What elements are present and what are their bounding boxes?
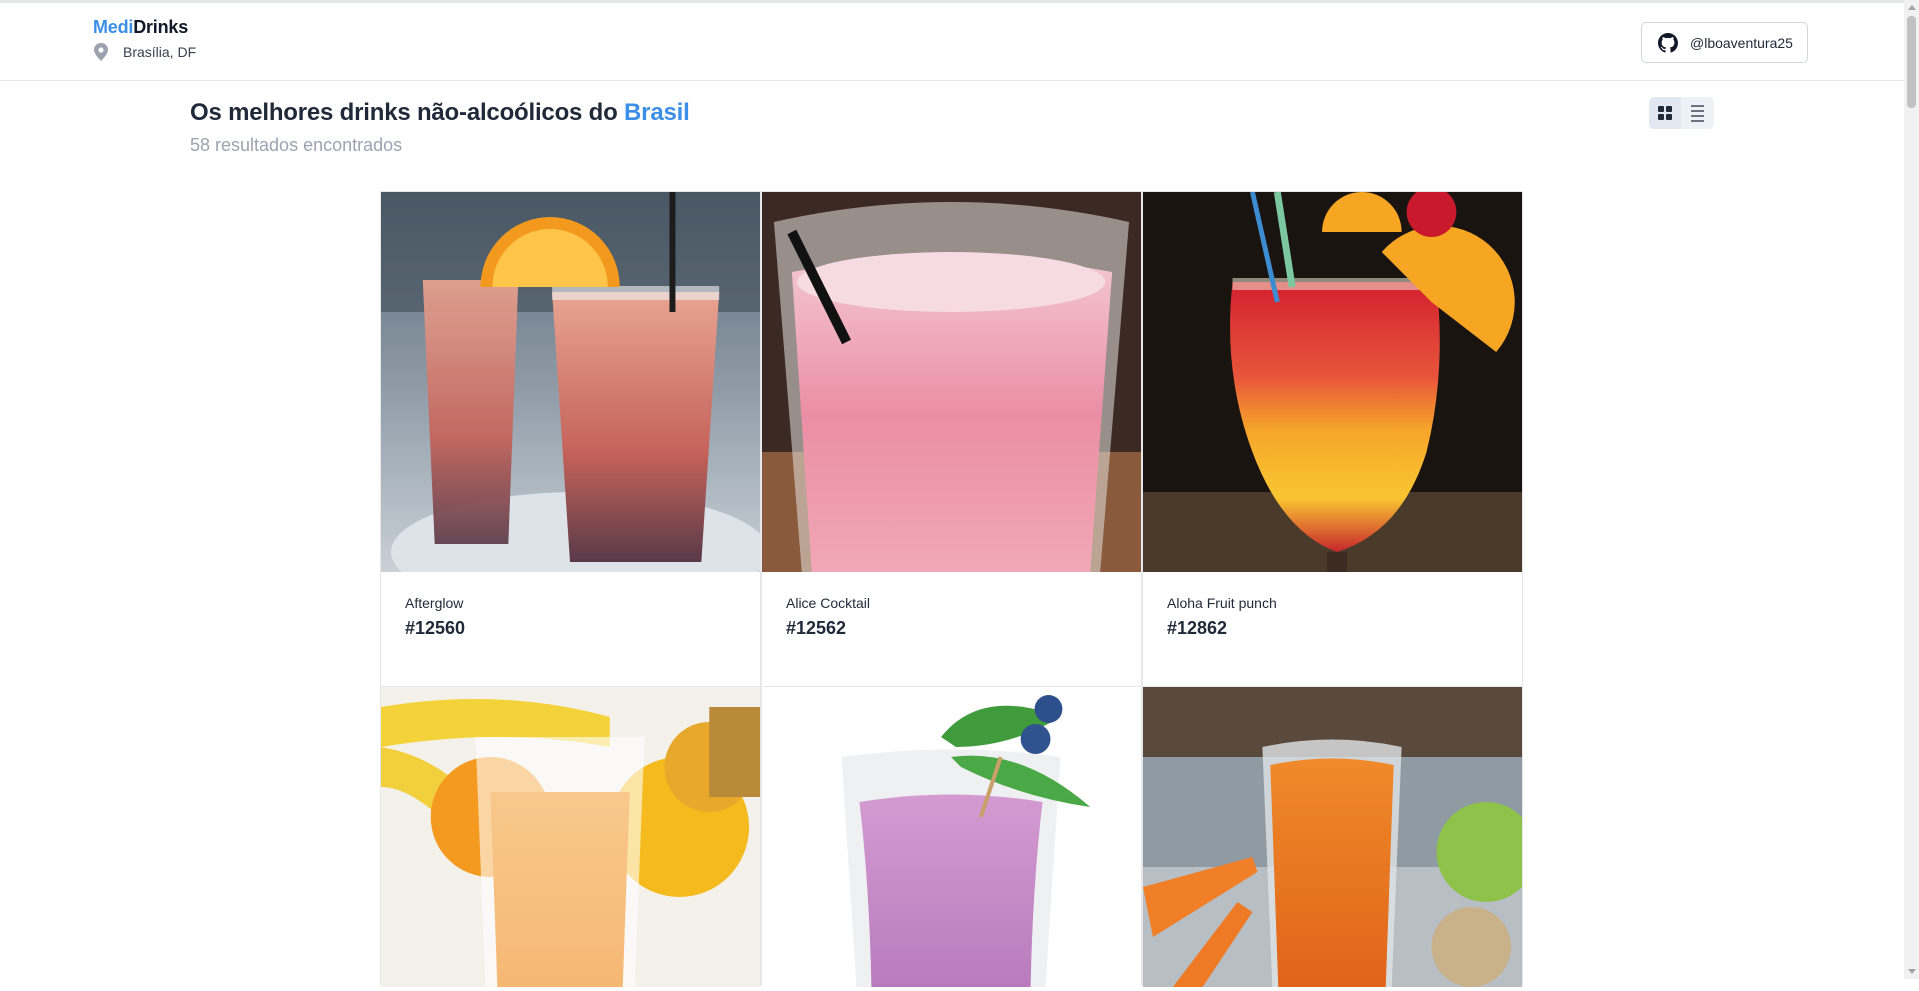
drink-id: #12562 (786, 618, 847, 638)
drink-name: Alice Cocktail (786, 595, 871, 611)
scroll-up-arrow-icon[interactable] (1908, 5, 1916, 10)
grid-view-button[interactable] (1649, 97, 1681, 129)
drink-card[interactable]: Aloha Fruit punch #12862 (1142, 191, 1523, 687)
drink-name: Aloha Fruit punch (1167, 595, 1277, 611)
location-label: Brasília, DF (123, 44, 197, 60)
page-title: Os melhores drinks não-alcoólicos do Bra… (190, 99, 690, 127)
github-icon (1658, 32, 1678, 53)
drink-id: #12862 (1167, 618, 1228, 638)
drink-grid: Afterglow #12560 Alice Cocktail #12562 A… (380, 191, 1523, 991)
drink-card[interactable] (380, 686, 761, 987)
drink-name: Afterglow (405, 595, 464, 611)
results-count: 58 resultados encontrados (190, 135, 403, 155)
drink-id: #12560 (405, 618, 466, 638)
drink-card[interactable] (1142, 686, 1523, 987)
page-title-highlight: Brasil (624, 99, 690, 126)
brand-logo[interactable]: MediDrinks (93, 17, 188, 38)
github-profile-button[interactable]: @lboaventura25 (1641, 22, 1808, 63)
brand-part-drinks: Drinks (133, 17, 189, 37)
drink-image (1143, 687, 1522, 987)
scroll-down-arrow-icon[interactable] (1908, 969, 1916, 974)
page-scrollbar[interactable] (1904, 0, 1919, 979)
drink-card[interactable] (761, 686, 1142, 987)
drink-image (381, 192, 760, 572)
grid-view-icon (1658, 106, 1672, 120)
drink-image (762, 192, 1141, 572)
page-title-prefix: Os melhores drinks não-alcoólicos do (190, 99, 625, 126)
github-handle: @lboaventura25 (1690, 34, 1793, 51)
view-toggle (1649, 97, 1714, 129)
drink-image (1143, 192, 1522, 572)
drink-image (381, 687, 760, 987)
map-pin-icon (94, 43, 108, 61)
drink-image (762, 687, 1141, 987)
list-view-icon (1690, 104, 1704, 122)
location-indicator: Brasília, DF (93, 43, 196, 61)
drink-card[interactable]: Alice Cocktail #12562 (761, 191, 1142, 687)
list-view-button[interactable] (1681, 97, 1713, 129)
app-header: MediDrinks Brasília, DF @lboaventura25 (0, 3, 1904, 81)
drink-card[interactable]: Afterglow #12560 (380, 191, 761, 687)
brand-part-medi: Medi (93, 17, 134, 37)
scrollbar-thumb[interactable] (1907, 16, 1916, 108)
